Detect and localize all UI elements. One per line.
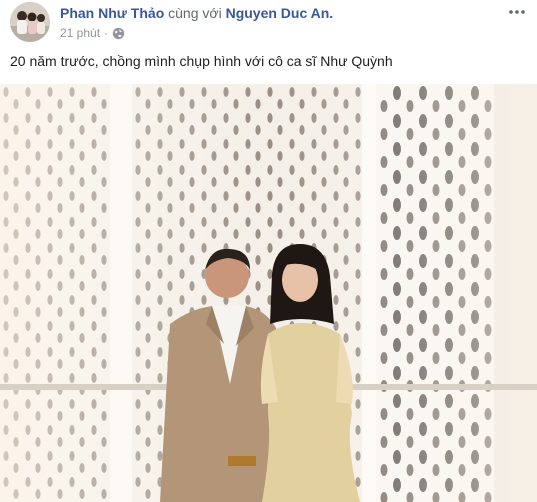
more-options-button[interactable] bbox=[507, 2, 527, 22]
photo-image bbox=[0, 84, 537, 502]
post-photo[interactable] bbox=[0, 84, 537, 502]
separator-dot: · bbox=[104, 26, 109, 40]
ellipsis-icon bbox=[509, 10, 525, 14]
author-avatar[interactable] bbox=[10, 2, 50, 42]
with-text: cùng với bbox=[168, 5, 222, 21]
author-name-link[interactable]: Phan Như Thảo bbox=[60, 5, 164, 21]
post-timestamp[interactable]: 21 phút bbox=[60, 26, 100, 40]
post-header: Phan Như Thảo cùng với Nguyen Duc An. 21… bbox=[0, 0, 537, 48]
post-caption: 20 năm trước, chồng mình chụp hình với c… bbox=[10, 53, 393, 69]
globe-icon[interactable] bbox=[112, 27, 125, 40]
author-line: Phan Như Thảo cùng với Nguyen Duc An. bbox=[60, 4, 333, 22]
tagged-user-link[interactable]: Nguyen Duc An. bbox=[226, 5, 334, 21]
post-meta: 21 phút · bbox=[60, 26, 125, 40]
avatar-image bbox=[10, 2, 50, 42]
